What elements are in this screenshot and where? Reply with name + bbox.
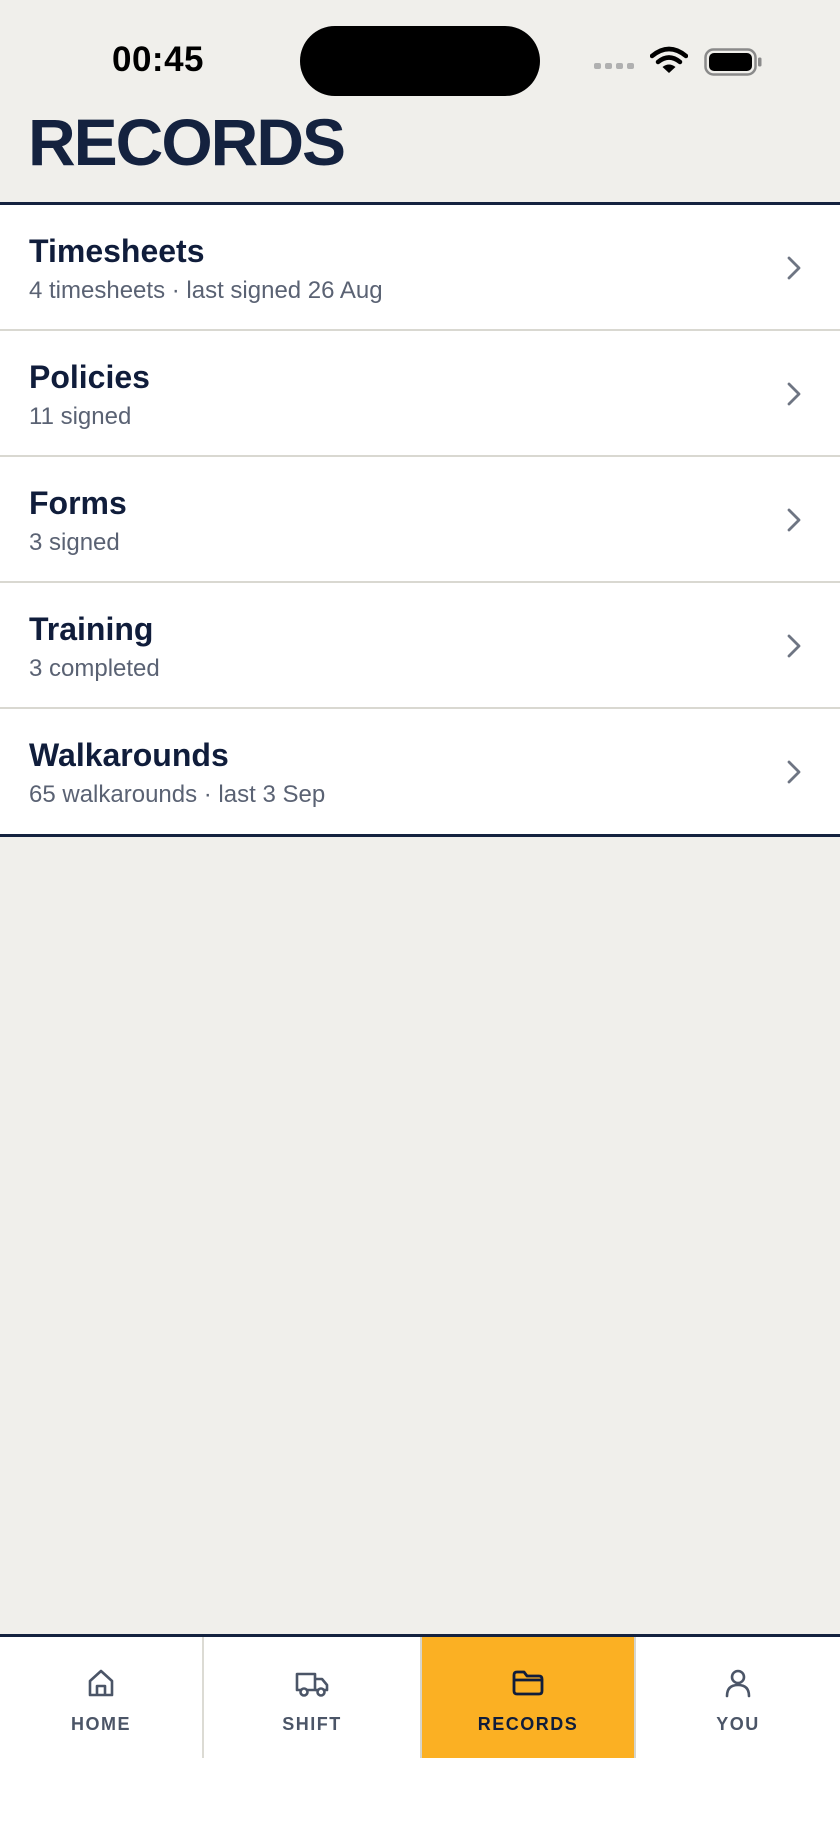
page-title: RECORDS bbox=[28, 105, 346, 179]
record-title: Walkarounds bbox=[29, 737, 229, 773]
tab-you[interactable]: YOU bbox=[636, 1637, 840, 1758]
record-subtitle: 65 walkarounds · last 3 Sep bbox=[29, 781, 326, 808]
record-title: Policies bbox=[29, 359, 150, 395]
truck-icon bbox=[295, 1672, 329, 1697]
status-icons bbox=[594, 46, 764, 78]
wifi-icon bbox=[650, 46, 688, 73]
chevron-right-icon bbox=[787, 256, 801, 280]
list-item-timesheets[interactable]: Timesheets 4 timesheets · last signed 26… bbox=[0, 205, 840, 331]
tab-home[interactable]: HOME bbox=[0, 1637, 204, 1758]
tab-label: HOME bbox=[71, 1714, 131, 1734]
records-list: Timesheets 4 timesheets · last signed 26… bbox=[0, 202, 840, 837]
list-item-walkarounds[interactable]: Walkarounds 65 walkarounds · last 3 Sep bbox=[0, 709, 840, 834]
chevron-right-icon bbox=[787, 760, 801, 784]
home-icon bbox=[88, 1669, 114, 1697]
record-title: Timesheets bbox=[29, 233, 205, 269]
tab-records[interactable]: RECORDS bbox=[420, 1637, 636, 1758]
signal-icon bbox=[594, 63, 634, 69]
record-subtitle: 4 timesheets · last signed 26 Aug bbox=[29, 277, 383, 304]
record-title: Training bbox=[29, 611, 154, 647]
battery-icon bbox=[704, 48, 762, 76]
tab-bar: HOME SHIFT RECORDS YOU bbox=[0, 1634, 840, 1828]
tab-label: SHIFT bbox=[282, 1714, 342, 1734]
record-title: Forms bbox=[29, 485, 127, 521]
status-time: 00:45 bbox=[112, 40, 205, 79]
tab-label: YOU bbox=[716, 1714, 760, 1734]
status-bar: 00:45 bbox=[0, 0, 840, 110]
chevron-right-icon bbox=[787, 634, 801, 658]
record-subtitle: 3 signed bbox=[29, 529, 120, 556]
record-subtitle: 3 completed bbox=[29, 655, 160, 682]
tab-shift[interactable]: SHIFT bbox=[204, 1637, 420, 1758]
chevron-right-icon bbox=[787, 382, 801, 406]
list-item-policies[interactable]: Policies 11 signed bbox=[0, 331, 840, 457]
chevron-right-icon bbox=[787, 508, 801, 532]
list-item-forms[interactable]: Forms 3 signed bbox=[0, 457, 840, 583]
folder-icon bbox=[512, 1670, 544, 1696]
record-subtitle: 11 signed bbox=[29, 403, 132, 430]
tab-label: RECORDS bbox=[477, 1714, 579, 1734]
dynamic-island bbox=[300, 26, 540, 96]
list-item-training[interactable]: Training 3 completed bbox=[0, 583, 840, 709]
user-icon bbox=[725, 1669, 751, 1698]
